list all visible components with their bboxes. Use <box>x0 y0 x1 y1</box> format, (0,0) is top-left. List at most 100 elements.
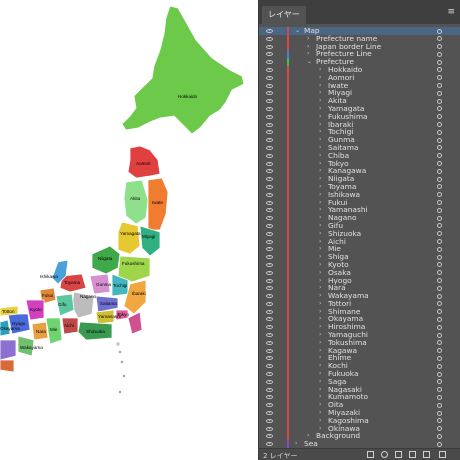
target-circle-icon[interactable] <box>437 200 442 206</box>
target-circle-icon[interactable] <box>437 355 442 361</box>
chevron-right-icon[interactable]: › <box>319 199 321 207</box>
target-circle-icon[interactable] <box>437 98 442 104</box>
eye-visibility-icon[interactable] <box>266 130 273 135</box>
target-circle-icon[interactable] <box>437 161 442 167</box>
eye-visibility-icon[interactable] <box>266 395 273 400</box>
layer-row[interactable]: › Miyagi <box>259 89 460 98</box>
prefecture-kochi[interactable] <box>0 359 15 373</box>
eye-visibility-icon[interactable] <box>266 169 273 174</box>
chevron-right-icon[interactable]: › <box>319 253 321 261</box>
target-circle-icon[interactable] <box>437 270 442 276</box>
chevron-right-icon[interactable]: › <box>319 284 321 292</box>
target-circle-icon[interactable] <box>437 36 442 42</box>
target-circle-icon[interactable] <box>437 324 442 330</box>
chevron-right-icon[interactable]: › <box>319 175 321 183</box>
chevron-right-icon[interactable]: › <box>319 89 321 97</box>
chevron-right-icon[interactable]: › <box>319 300 321 308</box>
eye-visibility-icon[interactable] <box>266 340 273 345</box>
target-circle-icon[interactable] <box>437 340 442 346</box>
chevron-right-icon[interactable]: › <box>319 386 321 394</box>
chevron-right-icon[interactable]: › <box>319 261 321 269</box>
eye-visibility-icon[interactable] <box>266 270 273 275</box>
chevron-right-icon[interactable]: › <box>319 160 321 168</box>
eye-visibility-icon[interactable] <box>266 52 273 57</box>
eye-visibility-icon[interactable] <box>266 91 273 96</box>
export-icon[interactable] <box>367 451 374 458</box>
target-circle-icon[interactable] <box>437 278 442 283</box>
layer-row[interactable]: › Prefecture Line <box>259 50 460 59</box>
layer-row[interactable]: › Mie <box>259 245 460 254</box>
chevron-right-icon[interactable]: › <box>319 230 321 238</box>
chevron-right-icon[interactable]: › <box>319 393 321 401</box>
chevron-right-icon[interactable]: › <box>307 50 309 58</box>
target-circle-icon[interactable] <box>437 215 442 221</box>
target-circle-icon[interactable] <box>437 114 442 120</box>
chevron-right-icon[interactable]: › <box>319 401 321 409</box>
target-circle-icon[interactable] <box>437 59 442 65</box>
chevron-right-icon[interactable]: › <box>319 238 321 246</box>
target-circle-icon[interactable] <box>437 75 442 81</box>
target-circle-icon[interactable] <box>437 168 442 174</box>
target-circle-icon[interactable] <box>437 254 442 260</box>
eye-visibility-icon[interactable] <box>266 278 273 283</box>
target-circle-icon[interactable] <box>437 129 442 135</box>
target-circle-icon[interactable] <box>437 387 442 393</box>
target-circle-icon[interactable] <box>437 293 442 299</box>
layer-row[interactable]: › Ibaraki <box>259 120 460 129</box>
layer-row[interactable]: › Kochi <box>259 362 460 371</box>
layer-row[interactable]: › Aichi <box>259 237 460 246</box>
eye-visibility-icon[interactable] <box>266 387 273 392</box>
layer-row[interactable]: › Saitama <box>259 143 460 152</box>
target-circle-icon[interactable] <box>437 184 442 190</box>
layer-row[interactable]: › Background <box>259 432 460 441</box>
layer-row[interactable]: › Osaka <box>259 268 460 277</box>
layer-row[interactable]: › Kagawa <box>259 346 460 355</box>
chevron-right-icon[interactable]: › <box>319 191 321 199</box>
chevron-right-icon[interactable]: › <box>319 105 321 113</box>
target-circle-icon[interactable] <box>437 67 442 73</box>
eye-visibility-icon[interactable] <box>266 434 273 439</box>
target-circle-icon[interactable] <box>437 145 442 151</box>
chevron-right-icon[interactable]: › <box>319 128 321 136</box>
prefecture-chiba[interactable] <box>127 311 143 335</box>
target-circle-icon[interactable] <box>437 153 442 159</box>
eye-visibility-icon[interactable] <box>266 442 273 447</box>
chevron-right-icon[interactable]: › <box>319 347 321 355</box>
eye-visibility-icon[interactable] <box>266 67 273 72</box>
eye-visibility-icon[interactable] <box>266 29 273 33</box>
eye-visibility-icon[interactable] <box>266 239 273 244</box>
target-circle-icon[interactable] <box>437 28 442 34</box>
target-circle-icon[interactable] <box>437 309 442 315</box>
target-circle-icon[interactable] <box>437 83 442 89</box>
chevron-right-icon[interactable]: › <box>307 35 309 43</box>
chevron-right-icon[interactable]: › <box>319 121 321 129</box>
map-canvas[interactable]: Hokkaido Aomori Akita Iwate Yamagata Miy… <box>0 0 258 460</box>
layer-row[interactable]: › Sea <box>259 440 460 449</box>
clipping-mask-icon[interactable] <box>395 451 402 458</box>
eye-visibility-icon[interactable] <box>266 114 273 119</box>
target-circle-icon[interactable] <box>437 176 442 182</box>
layer-row[interactable]: › Kumamoto <box>259 393 460 402</box>
chevron-right-icon[interactable]: › <box>319 152 321 160</box>
layer-row[interactable]: › Fukushima <box>259 112 460 121</box>
layer-row[interactable]: › Kyoto <box>259 260 460 269</box>
eye-visibility-icon[interactable] <box>266 309 273 314</box>
chevron-right-icon[interactable]: › <box>319 308 321 316</box>
chevron-right-icon[interactable]: › <box>319 222 321 230</box>
eye-visibility-icon[interactable] <box>266 161 273 166</box>
eye-visibility-icon[interactable] <box>266 83 273 88</box>
eye-visibility-icon[interactable] <box>266 44 273 49</box>
target-circle-icon[interactable] <box>437 246 442 252</box>
eye-visibility-icon[interactable] <box>266 223 273 228</box>
chevron-right-icon[interactable]: › <box>319 113 321 121</box>
target-circle-icon[interactable] <box>437 371 442 377</box>
eye-visibility-icon[interactable] <box>266 177 273 182</box>
chevron-right-icon[interactable]: › <box>319 206 321 214</box>
search-icon[interactable] <box>381 451 388 458</box>
trash-icon[interactable] <box>439 451 446 458</box>
target-circle-icon[interactable] <box>437 433 442 439</box>
chevron-right-icon[interactable]: › <box>319 354 321 362</box>
target-circle-icon[interactable] <box>437 192 442 198</box>
layer-row[interactable]: › Niigata <box>259 175 460 184</box>
prefecture-yamagata[interactable] <box>117 221 141 255</box>
